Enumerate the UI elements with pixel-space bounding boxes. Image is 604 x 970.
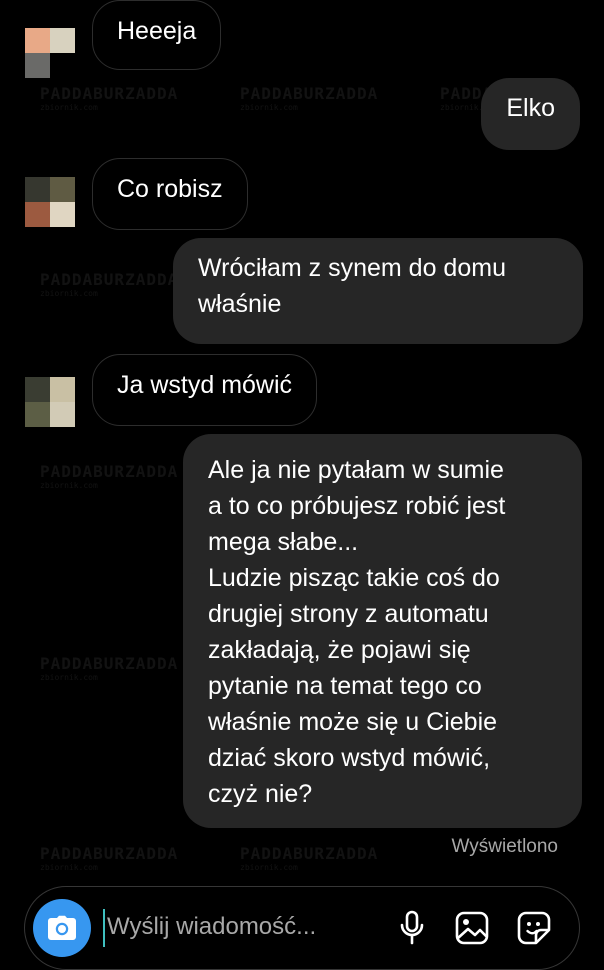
- outgoing-message[interactable]: Wróciłam z synem do domu właśnie: [173, 238, 583, 344]
- outgoing-message[interactable]: Elko: [481, 78, 580, 150]
- message-input[interactable]: [107, 905, 367, 949]
- watermark: PADDABURZADDAzbiornik.com: [40, 84, 179, 112]
- watermark: PADDABURZADDAzbiornik.com: [40, 462, 179, 490]
- incoming-message[interactable]: Heeeja: [92, 0, 222, 70]
- watermark: PADDABURZADDAzbiornik.com: [40, 844, 179, 872]
- watermark: PADDABURZADDAzbiornik.com: [240, 84, 379, 112]
- sticker-button[interactable]: [515, 909, 553, 947]
- message-composer: [24, 886, 580, 970]
- microphone-button[interactable]: [393, 909, 431, 947]
- avatar[interactable]: [25, 28, 75, 78]
- seen-status: Wyświetlono: [451, 836, 558, 857]
- outgoing-message[interactable]: Ale ja nie pytałam w sumie a to co próbu…: [183, 434, 582, 828]
- gallery-button[interactable]: [453, 909, 491, 947]
- watermark: PADDABURZADDAzbiornik.com: [40, 270, 179, 298]
- watermark: PADDABURZADDAzbiornik.com: [40, 654, 179, 682]
- camera-icon: [48, 915, 76, 940]
- text-cursor: [103, 909, 105, 947]
- avatar[interactable]: [25, 377, 75, 427]
- camera-button[interactable]: [33, 899, 91, 957]
- gallery-icon: [455, 911, 489, 945]
- sticker-icon: [517, 911, 551, 945]
- incoming-message[interactable]: Co robisz: [92, 158, 248, 230]
- watermark: PADDABURZADDAzbiornik.com: [240, 844, 379, 872]
- avatar[interactable]: [25, 177, 75, 227]
- microphone-icon: [400, 910, 424, 945]
- incoming-message[interactable]: Ja wstyd mówić: [92, 354, 318, 426]
